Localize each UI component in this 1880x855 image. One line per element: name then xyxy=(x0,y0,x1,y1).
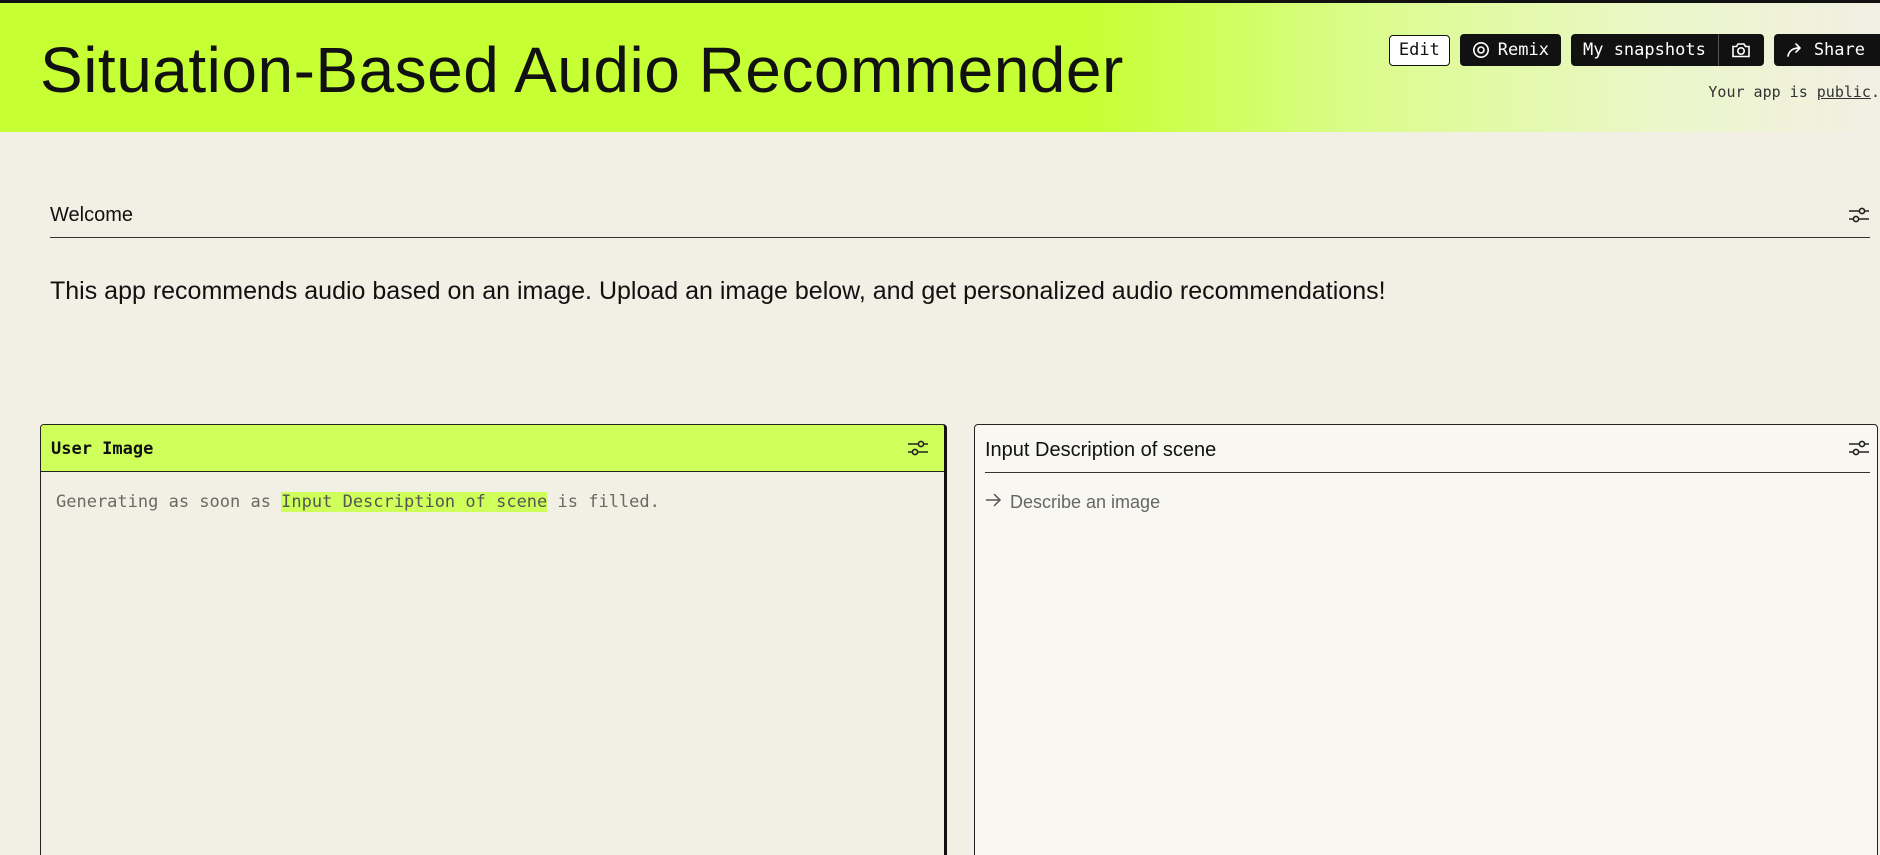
snapshot-camera-button[interactable] xyxy=(1717,34,1764,66)
user-image-panel: User Image Generating as soon as Input D… xyxy=(40,424,947,855)
welcome-label: Welcome xyxy=(50,204,133,226)
generation-status-suffix: is filled. xyxy=(547,492,660,512)
public-link[interactable]: public xyxy=(1817,83,1871,101)
visibility-note: Your app is public. xyxy=(1708,83,1880,101)
visibility-suffix: . xyxy=(1870,83,1880,101)
visibility-prefix: Your app is xyxy=(1708,83,1817,101)
sliders-icon[interactable] xyxy=(1848,205,1870,230)
description-placeholder: Describe an image xyxy=(1010,491,1161,512)
remix-button-label: Remix xyxy=(1497,40,1549,60)
share-arrow-icon xyxy=(1786,42,1806,58)
edit-button-label: Edit xyxy=(1398,40,1440,60)
description-panel: Input Description of scene Describe an i… xyxy=(974,424,1878,855)
user-image-header: User Image xyxy=(41,425,944,472)
share-button-label: Share xyxy=(1813,40,1865,60)
app-header: Situation-Based Audio Recommender Edit R… xyxy=(0,0,1880,132)
generation-status-prefix: Generating as soon as xyxy=(56,492,282,512)
remix-button[interactable]: Remix xyxy=(1459,34,1561,66)
sliders-icon[interactable] xyxy=(907,438,929,463)
arrow-right-icon xyxy=(985,492,1002,513)
welcome-header: Welcome xyxy=(50,202,1870,238)
share-button[interactable]: Share xyxy=(1773,34,1880,66)
camera-icon xyxy=(1731,41,1751,59)
user-image-title: User Image xyxy=(51,439,154,459)
description-title: Input Description of scene xyxy=(985,439,1217,461)
description-input[interactable]: Describe an image xyxy=(985,488,1865,516)
remix-icon xyxy=(1472,41,1490,59)
description-header: Input Description of scene xyxy=(985,425,1870,473)
toolbar: Edit Remix My snapshots Share xyxy=(1388,34,1880,66)
app-title: Situation-Based Audio Recommender xyxy=(40,34,1124,106)
welcome-text: This app recommends audio based on an im… xyxy=(50,277,1386,305)
edit-button[interactable]: Edit xyxy=(1388,34,1450,66)
generation-status: Generating as soon as Input Description … xyxy=(56,492,660,512)
sliders-icon[interactable] xyxy=(1848,438,1870,463)
my-snapshots-button[interactable]: My snapshots xyxy=(1570,34,1718,66)
generation-status-dependency: Input Description of scene xyxy=(281,492,548,512)
page: Situation-Based Audio Recommender Edit R… xyxy=(0,0,1880,855)
my-snapshots-label: My snapshots xyxy=(1582,40,1706,60)
